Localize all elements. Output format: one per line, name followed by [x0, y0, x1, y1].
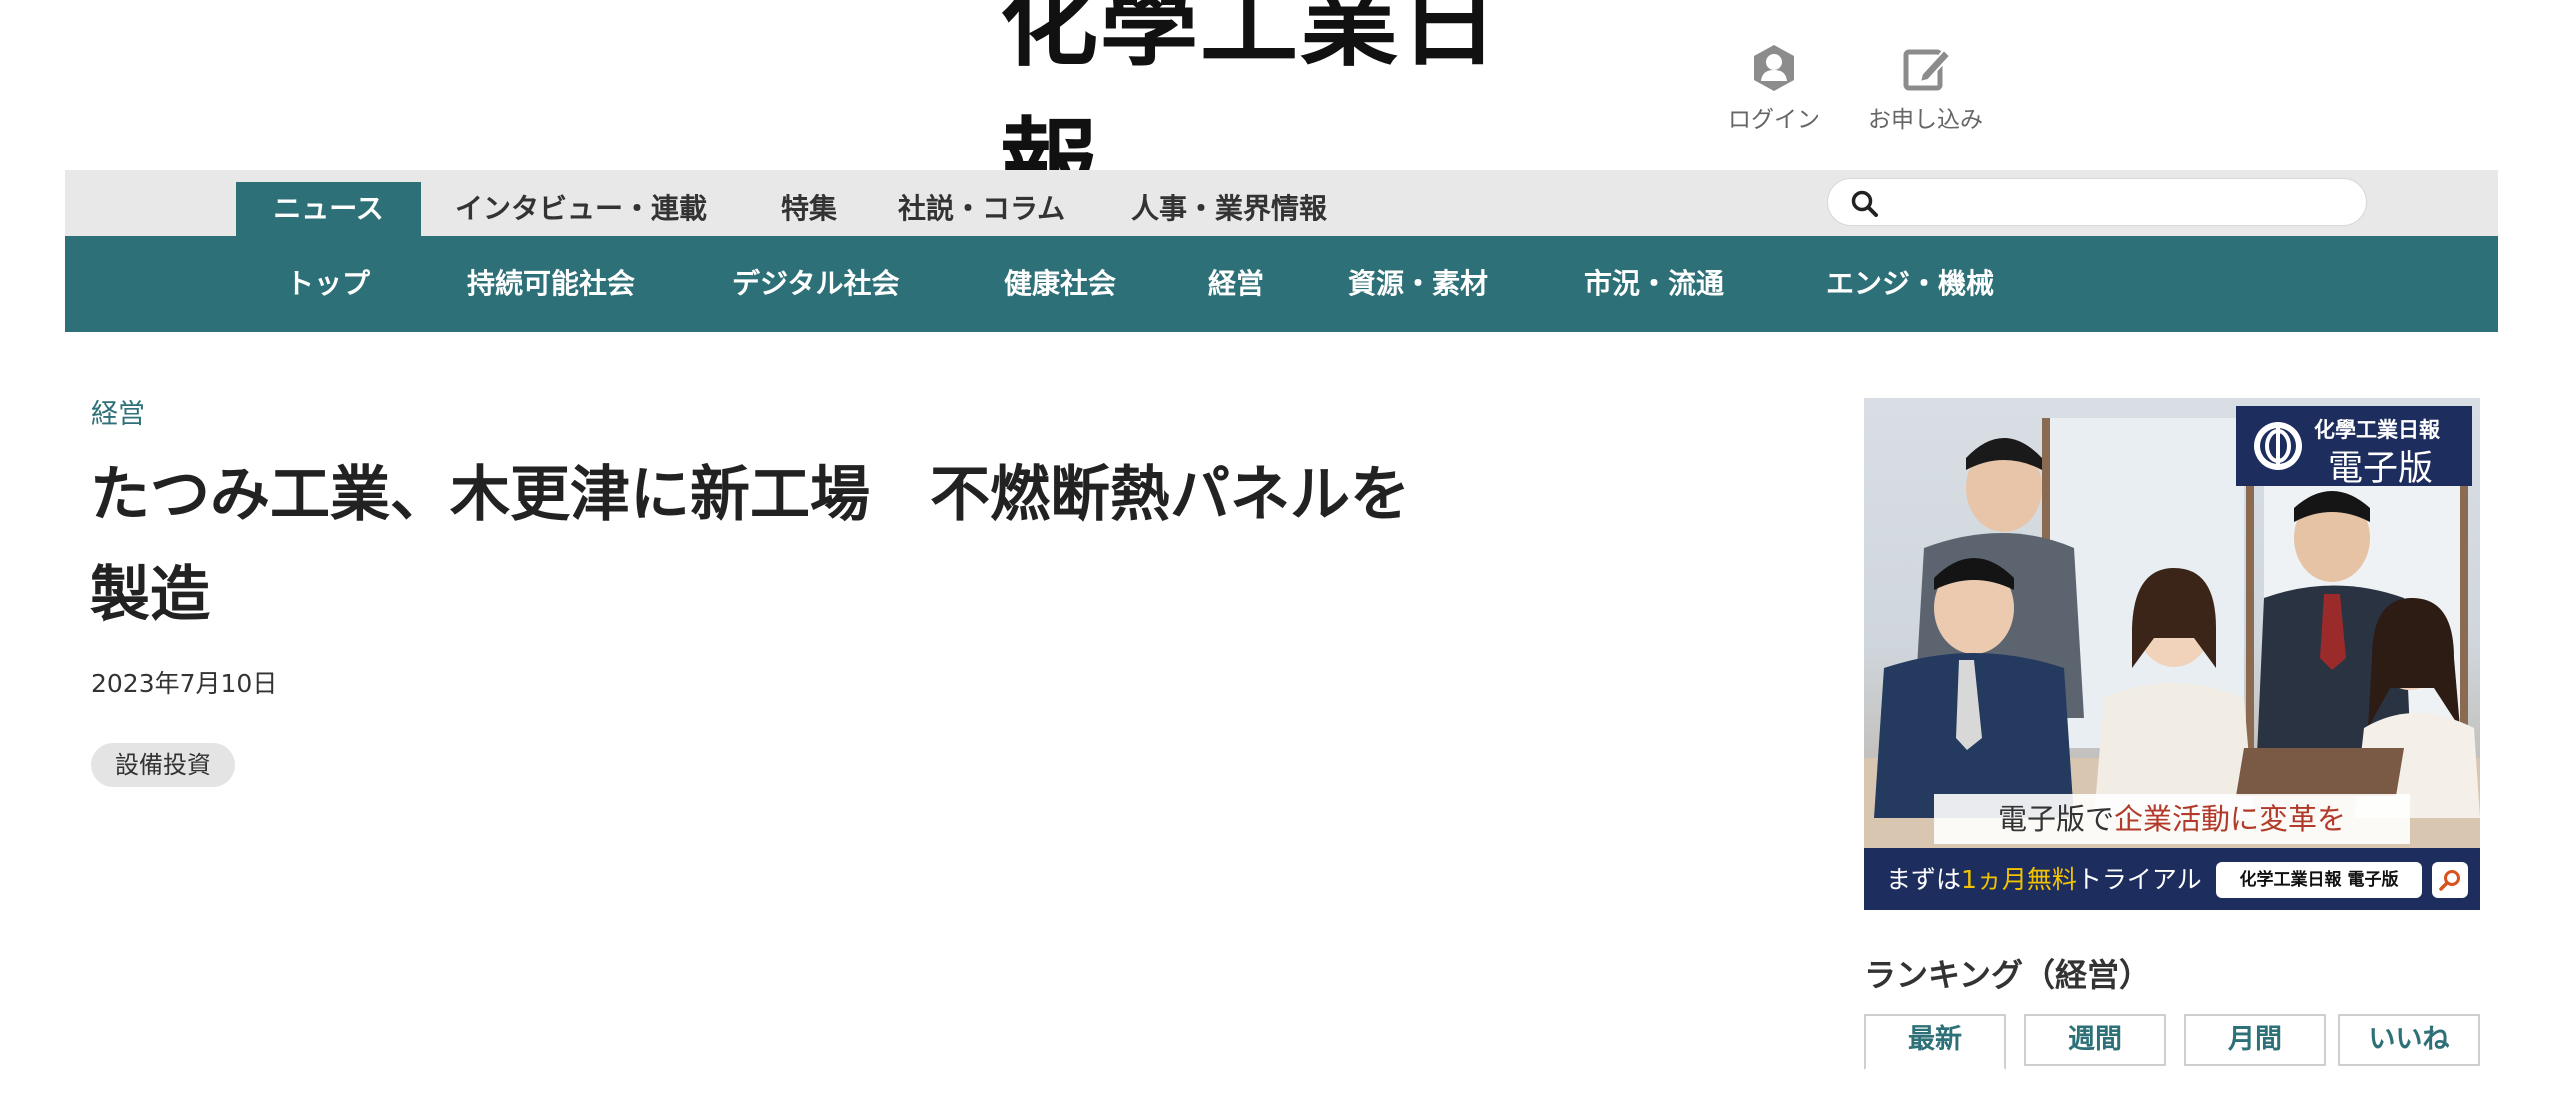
- ad-trial-text: まずは1ヵ月無料トライアル: [1886, 860, 2202, 896]
- nav-item-health[interactable]: 健康社会: [1004, 236, 1116, 332]
- signup-label: お申し込み: [1868, 107, 1983, 133]
- article-category-link[interactable]: 経営: [91, 392, 145, 431]
- nav-item-digital[interactable]: デジタル社会: [732, 236, 899, 332]
- tag-chip[interactable]: 設備投資: [91, 743, 235, 787]
- ad-caption-prefix: 電子版で: [1997, 802, 2114, 836]
- magnifier-icon: [2439, 870, 2460, 891]
- ranking-tab-likes[interactable]: いいね: [2338, 1014, 2480, 1066]
- page: 化學工業日報 ログイン お申し込み ニュース インタビュー・連載 特集 社説・コ…: [0, 0, 2560, 1108]
- search-box: [1827, 178, 2367, 226]
- ranking-tab-monthly[interactable]: 月間: [2184, 1014, 2326, 1066]
- ranking-heading: ランキング（経営）: [1864, 956, 2152, 994]
- article-title: たつみ工業、木更津に新工場 不燃断熱パネルを製造: [90, 460, 1410, 630]
- ad-caption: 電子版で企業活動に変革を: [1934, 794, 2410, 844]
- tab-news[interactable]: ニュース: [236, 182, 421, 236]
- trial-highlight: 1ヵ月無料: [1961, 865, 2077, 894]
- user-icon: [1754, 45, 1794, 91]
- nav-item-top[interactable]: トップ: [286, 236, 370, 332]
- ad-brand-badge: 化學工業日報 電子版: [2236, 406, 2472, 489]
- trial-suffix: トライアル: [2076, 865, 2202, 894]
- ad-trial-bar: まずは1ヵ月無料トライアル 化学工業日報 電子版: [1864, 848, 2480, 910]
- ranking-tabs: 最新 週間 月間 いいね: [1864, 1014, 2480, 1070]
- ranking-tab-latest[interactable]: 最新: [1864, 1014, 2006, 1070]
- ad-photo-businesspeople: 化學工業日報 電子版 電子版で企業活動に変革を: [1864, 398, 2480, 848]
- ad-search-button: [2432, 862, 2468, 898]
- primary-tab-bar: ニュース インタビュー・連載 特集 社説・コラム 人事・業界情報: [65, 170, 2498, 236]
- site-logo[interactable]: 化學工業日報: [1000, 0, 1580, 222]
- search-input[interactable]: [1892, 185, 2346, 221]
- nav-item-sustainable[interactable]: 持続可能社会: [467, 236, 635, 332]
- nav-item-management[interactable]: 経営: [1208, 236, 1264, 332]
- tab-editorial[interactable]: 社説・コラム: [898, 182, 1065, 236]
- signup-button[interactable]: お申し込み: [1868, 42, 1983, 134]
- edit-icon: [1903, 48, 1951, 91]
- login-button[interactable]: ログイン: [1728, 42, 1820, 134]
- tab-interview[interactable]: インタビュー・連載: [455, 182, 707, 236]
- search-icon[interactable]: [1850, 189, 1878, 217]
- ad-search-pill: 化学工業日報 電子版: [2216, 862, 2422, 898]
- ad-brand-edition: 電子版: [2328, 449, 2434, 489]
- article-date: 2023年7月10日: [91, 669, 278, 698]
- trial-prefix: まずは: [1886, 865, 1962, 894]
- tab-feature[interactable]: 特集: [781, 182, 837, 236]
- tab-personnel[interactable]: 人事・業界情報: [1131, 182, 1327, 236]
- digital-edition-ad[interactable]: 化學工業日報 電子版 電子版で企業活動に変革を まずは1ヵ月無料トライアル 化学…: [1864, 398, 2480, 910]
- login-label: ログイン: [1728, 107, 1820, 133]
- ad-caption-highlight: 企業活動に変革を: [2114, 802, 2347, 836]
- brand-seal-icon: [2254, 422, 2302, 470]
- nav-item-engineering[interactable]: エンジ・機械: [1826, 236, 1994, 332]
- nav-item-materials[interactable]: 資源・素材: [1348, 236, 1488, 332]
- category-nav: トップ 持続可能社会 デジタル社会 健康社会 経営 資源・素材 市況・流通 エン…: [65, 236, 2498, 332]
- nav-item-market[interactable]: 市況・流通: [1584, 236, 1724, 332]
- ranking-tab-weekly[interactable]: 週間: [2024, 1014, 2166, 1066]
